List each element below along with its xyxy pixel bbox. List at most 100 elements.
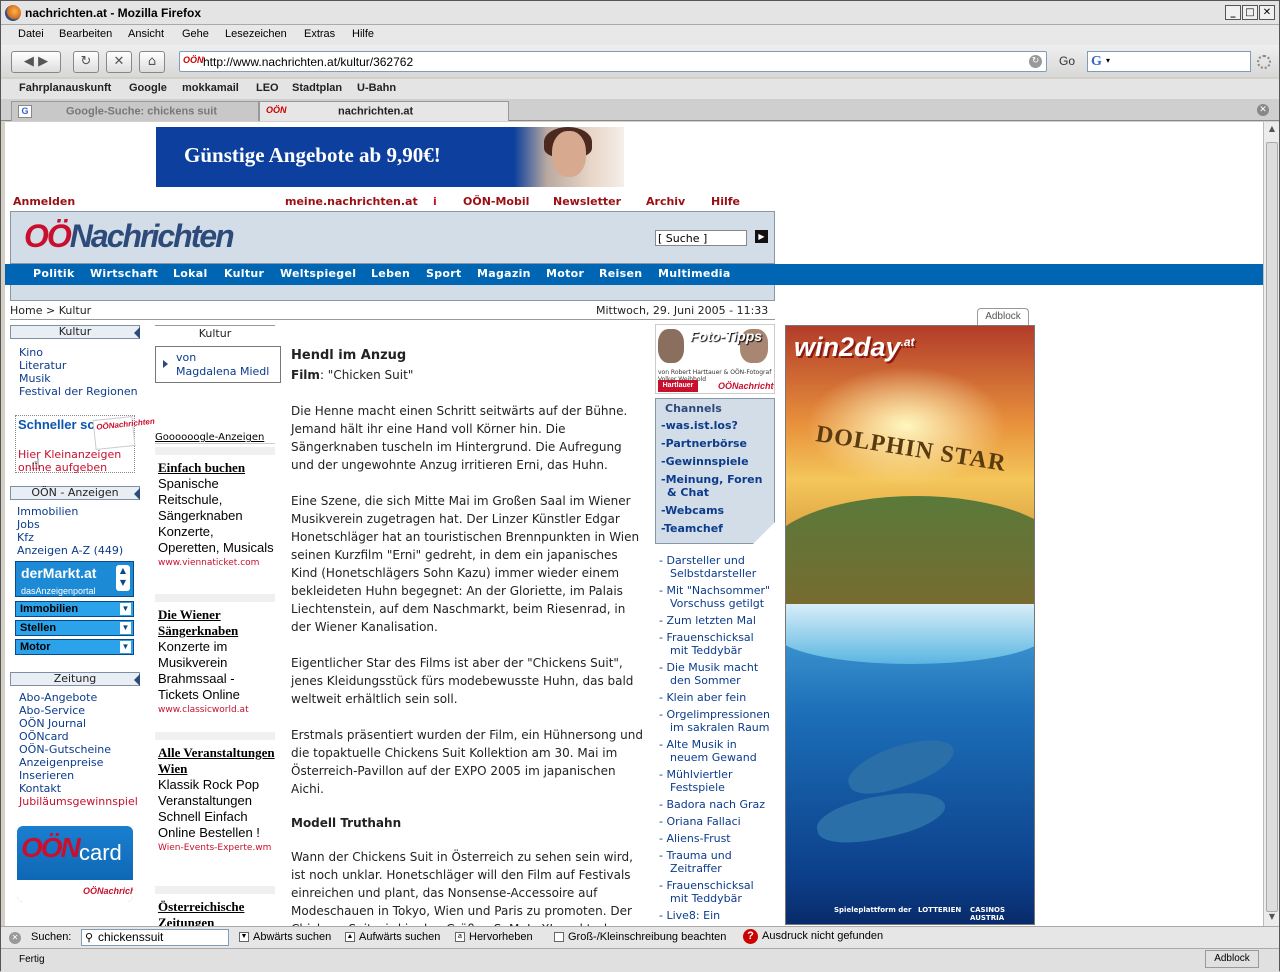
google-icon[interactable]: G bbox=[1091, 54, 1102, 70]
nav-motor[interactable]: Motor bbox=[546, 267, 584, 280]
link-abo-service[interactable]: Abo-Service bbox=[19, 704, 85, 717]
stop-button[interactable]: ✕ bbox=[106, 51, 132, 73]
channel-gewinnspiele[interactable]: -Gewinnspiele bbox=[661, 455, 749, 468]
url-bar[interactable]: OÖN http://www.nachrichten.at/kultur/362… bbox=[179, 51, 1047, 72]
link-festival[interactable]: Festival der Regionen bbox=[19, 385, 138, 398]
related-link[interactable]: Oriana Fallaci bbox=[659, 815, 740, 828]
vertical-scrollbar[interactable]: ▲ ▼ bbox=[1263, 122, 1279, 926]
url-go-icon[interactable]: ↻ bbox=[1029, 55, 1042, 68]
related-link[interactable]: Frauenschicksalmit Teddybär bbox=[659, 879, 753, 905]
adblock-status-button[interactable]: Adblock bbox=[1205, 950, 1259, 968]
hilfe-link[interactable]: Hilfe bbox=[711, 195, 740, 208]
link-abo-angebote[interactable]: Abo-Angebote bbox=[19, 691, 97, 704]
related-link[interactable]: Darsteller undSelbstdarsteller bbox=[659, 554, 756, 580]
search-go-icon[interactable]: ▶ bbox=[755, 230, 768, 243]
spinner-icon[interactable]: ▲ ▼ bbox=[116, 565, 130, 591]
nav-wirtschaft[interactable]: Wirtschaft bbox=[90, 267, 158, 280]
bookmark-stadtplan[interactable]: Stadtplan bbox=[292, 82, 342, 94]
win2day-ad[interactable]: win2day.at DOLPHIN STAR Spieleplattform … bbox=[785, 325, 1035, 925]
author-name[interactable]: Magdalena Miedl bbox=[176, 365, 269, 378]
nav-leben[interactable]: Leben bbox=[371, 267, 410, 280]
ad-url[interactable]: www.classicworld.at bbox=[158, 705, 275, 715]
link-immobilien[interactable]: Immobilien bbox=[17, 505, 78, 518]
channel-chat[interactable]: & Chat bbox=[667, 486, 709, 499]
link-inserieren[interactable]: Inserieren bbox=[19, 769, 74, 782]
close-find-icon[interactable]: ✕ bbox=[9, 932, 21, 944]
bookmark-google[interactable]: Google bbox=[129, 82, 167, 94]
google-ad-2[interactable]: Die Wiener Sängerknaben Konzerte im Musi… bbox=[155, 594, 275, 715]
related-link[interactable]: Trauma undZeitraffer bbox=[659, 849, 731, 875]
scroll-up-arrow-icon[interactable]: ▲ bbox=[1266, 124, 1278, 136]
adblock-tab[interactable]: Adblock bbox=[977, 308, 1029, 325]
ad-title[interactable]: Österreichische Zeitungen bbox=[158, 899, 275, 926]
ad-title[interactable]: Alle Veranstaltungen Wien bbox=[158, 745, 275, 777]
link-ooncard[interactable]: OÖNcard bbox=[19, 730, 69, 743]
ad-title[interactable]: Einfach buchen bbox=[158, 460, 275, 476]
related-link[interactable]: Aliens-Frust bbox=[659, 832, 730, 845]
newsletter-link[interactable]: Newsletter bbox=[553, 195, 621, 208]
find-input[interactable]: ⚲ chickenssuit bbox=[81, 929, 229, 946]
related-link[interactable]: Orgelimpressionenim sakralen Raum bbox=[659, 708, 770, 734]
match-case-checkbox[interactable]: Groß-/Kleinschreibung beachten bbox=[554, 931, 726, 943]
google-ads-label[interactable]: Goooooogle-Anzeigen bbox=[155, 432, 271, 443]
bookmark-ubahn[interactable]: U-Bahn bbox=[357, 82, 396, 94]
link-oon-journal[interactable]: OÖN Journal bbox=[19, 717, 86, 730]
menu-gehe[interactable]: Gehe bbox=[182, 28, 209, 40]
site-search-input[interactable]: [ Suche ] bbox=[655, 230, 747, 246]
url-text[interactable]: http://www.nachrichten.at/kultur/362762 bbox=[203, 55, 413, 69]
nav-multimedia[interactable]: Multimedia bbox=[658, 267, 731, 280]
foto-tipps-promo[interactable]: Foto-Tipps von Robert Harttauer & OÖN-Fo… bbox=[655, 324, 775, 394]
search-engine-dropdown-icon[interactable]: ▾ bbox=[1106, 56, 1110, 65]
google-ad-1[interactable]: Einfach buchen Spanische Reitschule, Sän… bbox=[155, 447, 275, 568]
nav-reisen[interactable]: Reisen bbox=[599, 267, 642, 280]
home-button[interactable]: ⌂ bbox=[139, 51, 165, 73]
ad-url[interactable]: www.viennaticket.com bbox=[158, 558, 275, 568]
link-kfz[interactable]: Kfz bbox=[17, 531, 34, 544]
nav-lokal[interactable]: Lokal bbox=[173, 267, 208, 280]
channel-teamchef[interactable]: -Teamchef bbox=[661, 522, 723, 535]
channel-partnerboerse[interactable]: -Partnerbörse bbox=[661, 437, 747, 450]
breadcrumb[interactable]: Home > Kultur bbox=[10, 304, 91, 317]
nav-kultur[interactable]: Kultur bbox=[224, 267, 264, 280]
anmelden-link[interactable]: Anmelden bbox=[13, 195, 75, 208]
link-jubilaeum[interactable]: Jubiläumsgewinnspiel bbox=[19, 795, 138, 808]
find-next-button[interactable]: ▼ Abwärts suchen bbox=[239, 931, 331, 943]
related-link[interactable]: Frauenschicksalmit Teddybär bbox=[659, 631, 753, 657]
link-kino[interactable]: Kino bbox=[19, 346, 43, 359]
close-tab-icon[interactable]: ✕ bbox=[1257, 104, 1269, 116]
related-link[interactable]: Klein aber fein bbox=[659, 691, 746, 704]
link-kontakt[interactable]: Kontakt bbox=[19, 782, 61, 795]
related-link[interactable]: Live8: Ein bbox=[659, 909, 720, 922]
nav-weltspiegel[interactable]: Weltspiegel bbox=[280, 267, 356, 280]
related-link[interactable]: Die Musik machtden Sommer bbox=[659, 661, 758, 687]
go-button[interactable]: Go bbox=[1059, 54, 1075, 68]
link-gutscheine[interactable]: OÖN-Gutscheine bbox=[19, 743, 111, 756]
nav-magazin[interactable]: Magazin bbox=[477, 267, 531, 280]
menu-lesezeichen[interactable]: Lesezeichen bbox=[225, 28, 287, 40]
tab-google-search[interactable]: G Google-Suche: chickens suit bbox=[11, 101, 259, 121]
related-link[interactable]: MühlviertlerFestspiele bbox=[659, 768, 732, 794]
link-literatur[interactable]: Literatur bbox=[19, 359, 66, 372]
dermarkt-widget[interactable]: derMarkt.at dasAnzeigenportal ▲ ▼ bbox=[15, 561, 134, 597]
menu-bearbeiten[interactable]: Bearbeiten bbox=[59, 28, 112, 40]
reload-button[interactable]: ↻ bbox=[73, 51, 99, 73]
related-link[interactable]: Alte Musik inneuem Gewand bbox=[659, 738, 756, 764]
google-search-box[interactable]: G ▾ bbox=[1087, 51, 1251, 72]
menu-extras[interactable]: Extras bbox=[304, 28, 335, 40]
close-button[interactable]: ✕ bbox=[1259, 5, 1275, 20]
banner-ad[interactable]: Günstige Angebote ab 9,90€! bbox=[156, 127, 624, 187]
menu-ansicht[interactable]: Ansicht bbox=[128, 28, 164, 40]
oon-mobil-link[interactable]: OÖN-Mobil bbox=[463, 195, 529, 208]
tab-nachrichten[interactable]: OÖN nachrichten.at bbox=[259, 101, 509, 121]
link-jobs[interactable]: Jobs bbox=[17, 518, 40, 531]
google-ad-3[interactable]: Alle Veranstaltungen Wien Klassik Rock P… bbox=[155, 732, 275, 853]
author-box[interactable]: von Magdalena Miedl bbox=[155, 346, 281, 383]
channel-was-ist-los[interactable]: -was.ist.los? bbox=[661, 419, 738, 432]
ad-title[interactable]: Die Wiener Sängerknaben bbox=[158, 607, 275, 639]
maximize-button[interactable]: □ bbox=[1242, 5, 1258, 20]
forward-arrow-icon[interactable]: ▶ bbox=[38, 54, 48, 69]
back-arrow-icon[interactable]: ◀ bbox=[24, 54, 34, 69]
scroll-down-arrow-icon[interactable]: ▼ bbox=[1266, 912, 1278, 924]
link-anzeigen-az[interactable]: Anzeigen A-Z (449) bbox=[17, 544, 123, 557]
back-forward-buttons[interactable]: ◀ ▶ bbox=[11, 51, 61, 73]
